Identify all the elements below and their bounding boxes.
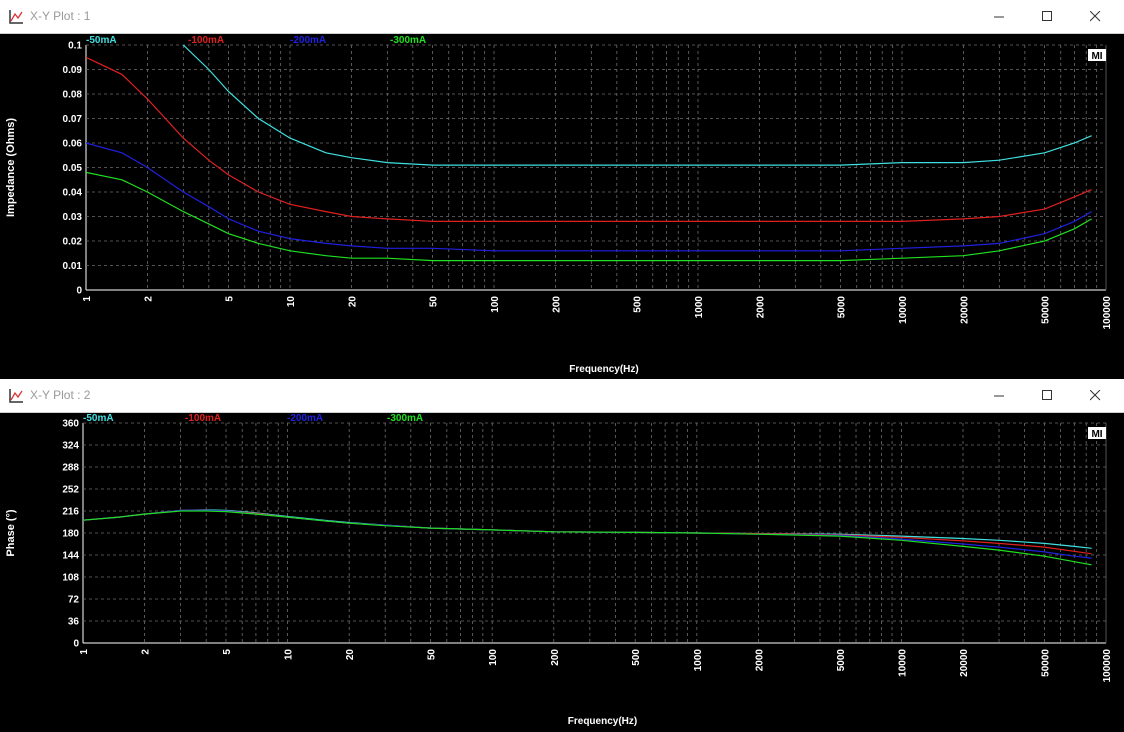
window-title: X-Y Plot : 1	[30, 9, 91, 23]
phase-chart: 0 36 72 108 144 180 216 252 288 324 360 1 2 5 10 20 50 10…	[5, 413, 1113, 727]
legend-entry: -50mA	[83, 413, 114, 424]
grid	[83, 422, 1106, 643]
x-tick-label: 200	[550, 649, 561, 666]
maximize-button[interactable]	[1024, 379, 1070, 412]
minimize-icon	[994, 395, 1004, 397]
close-icon	[1090, 390, 1101, 401]
minimize-button[interactable]	[976, 0, 1022, 33]
window-titlebar[interactable]: X-Y Plot : 2	[0, 379, 1124, 413]
x-tick-label: 5	[225, 296, 236, 302]
legend-entry: -100mA	[188, 35, 224, 46]
x-tick-label: 2	[143, 296, 154, 302]
maximize-button[interactable]	[1024, 0, 1070, 33]
mi-badge-label: MI	[1091, 51, 1102, 62]
y-tick-label: 108	[62, 573, 79, 584]
x-tick-label: 20000	[959, 296, 970, 324]
y-tick-label: 0	[76, 286, 82, 297]
y-tick-label: 0.05	[63, 163, 83, 174]
x-tick-label: 2000	[754, 649, 765, 672]
x-tick-label: 50	[427, 649, 438, 661]
x-tick-label: 5000	[836, 649, 847, 672]
y-axis-title: Impedance (Ohms)	[5, 118, 17, 217]
y-tick-label: 0.03	[63, 212, 83, 223]
series-line-neg200mA	[86, 142, 1092, 252]
y-tick-label: 216	[62, 507, 79, 518]
legend-entry: -200mA	[287, 413, 323, 424]
x-tick-label: 200	[551, 296, 562, 313]
grid	[86, 44, 1106, 290]
xy-plot-icon	[9, 389, 23, 403]
xy-plot-window-1: X-Y Plot : 1 0 0.01 0.02 0.03 0.04 0.05 0.06 0.…	[0, 0, 1124, 379]
x-tick-label: 10	[286, 296, 297, 308]
x-tick-label: 100	[488, 649, 499, 666]
y-tick-label: 180	[62, 529, 79, 540]
x-tick-label: 50000	[1041, 296, 1052, 324]
legend-entry: -300mA	[390, 35, 426, 46]
close-icon	[1090, 11, 1101, 22]
legend-entry: -50mA	[86, 35, 117, 46]
x-tick-label: 10000	[897, 649, 908, 677]
y-tick-label: 0.1	[68, 41, 82, 52]
y-tick-label: 0.08	[63, 90, 83, 101]
y-tick-label: 144	[62, 551, 79, 562]
y-tick-label: 36	[68, 617, 80, 628]
maximize-icon	[1042, 390, 1052, 400]
x-tick-label: 1	[79, 649, 90, 655]
x-tick-label: 10000	[898, 296, 909, 324]
x-tick-label: 1	[82, 296, 93, 302]
series-line-neg100mA	[86, 56, 1092, 222]
window-title: X-Y Plot : 2	[30, 388, 91, 402]
impedance-chart: 0 0.01 0.02 0.03 0.04 0.05 0.06 0.07 0.08 0.09 0.1…	[5, 35, 1113, 375]
close-button[interactable]	[1072, 0, 1118, 33]
x-tick-label: 100	[490, 296, 501, 313]
legend-entry: -100mA	[185, 413, 221, 424]
x-tick-label: 2	[141, 649, 152, 655]
x-tick-label: 500	[631, 649, 642, 666]
maximize-icon	[1042, 11, 1052, 21]
x-axis-title: Frequency(Hz)	[569, 364, 638, 375]
x-tick-label: 500	[633, 296, 644, 313]
x-tick-label: 20	[345, 649, 356, 661]
y-tick-label: 0.06	[63, 139, 83, 150]
y-tick-label: 72	[68, 595, 80, 606]
mi-badge-label: MI	[1091, 429, 1102, 440]
window-titlebar[interactable]: X-Y Plot : 1	[0, 0, 1124, 34]
x-tick-label: 50000	[1040, 649, 1051, 677]
series-line-neg200mA	[83, 509, 1092, 559]
x-tick-label: 10	[284, 649, 295, 661]
x-tick-label: 5000	[837, 296, 848, 319]
minimize-icon	[994, 16, 1004, 18]
y-tick-label: 0	[73, 639, 79, 650]
series-line-neg50mA	[182, 45, 1092, 166]
x-axis-title: Frequency(Hz)	[568, 716, 637, 727]
y-axis-title: Phase (°)	[5, 509, 17, 557]
y-tick-label: 0.09	[63, 65, 83, 76]
y-tick-label: 0.02	[63, 237, 83, 248]
xy-plot-window-2: X-Y Plot : 2 0 36 72 108 144 180 216 252 288 324 3…	[0, 379, 1124, 732]
close-button[interactable]	[1072, 379, 1118, 412]
x-tick-label: 5	[222, 649, 233, 655]
y-tick-label: 252	[62, 485, 79, 496]
y-tick-label: 324	[62, 441, 79, 452]
y-tick-label: 0.07	[63, 114, 83, 125]
x-tick-label: 20000	[959, 649, 970, 677]
x-tick-label: 20	[347, 296, 358, 308]
x-tick-label: 100000	[1102, 649, 1113, 683]
x-tick-label: 50	[429, 296, 440, 308]
x-tick-label: 100000	[1102, 296, 1113, 330]
x-tick-label: 2000	[755, 296, 766, 319]
xy-plot-icon	[9, 10, 23, 24]
x-tick-label: 1000	[693, 649, 704, 672]
y-tick-label: 360	[62, 419, 79, 430]
minimize-button[interactable]	[976, 379, 1022, 412]
legend-entry: -300mA	[387, 413, 423, 424]
y-tick-label: 288	[62, 463, 79, 474]
legend-entry: -200mA	[290, 35, 326, 46]
x-tick-label: 1000	[694, 296, 705, 319]
y-tick-label: 0.04	[63, 188, 83, 199]
y-tick-label: 0.01	[63, 261, 83, 272]
